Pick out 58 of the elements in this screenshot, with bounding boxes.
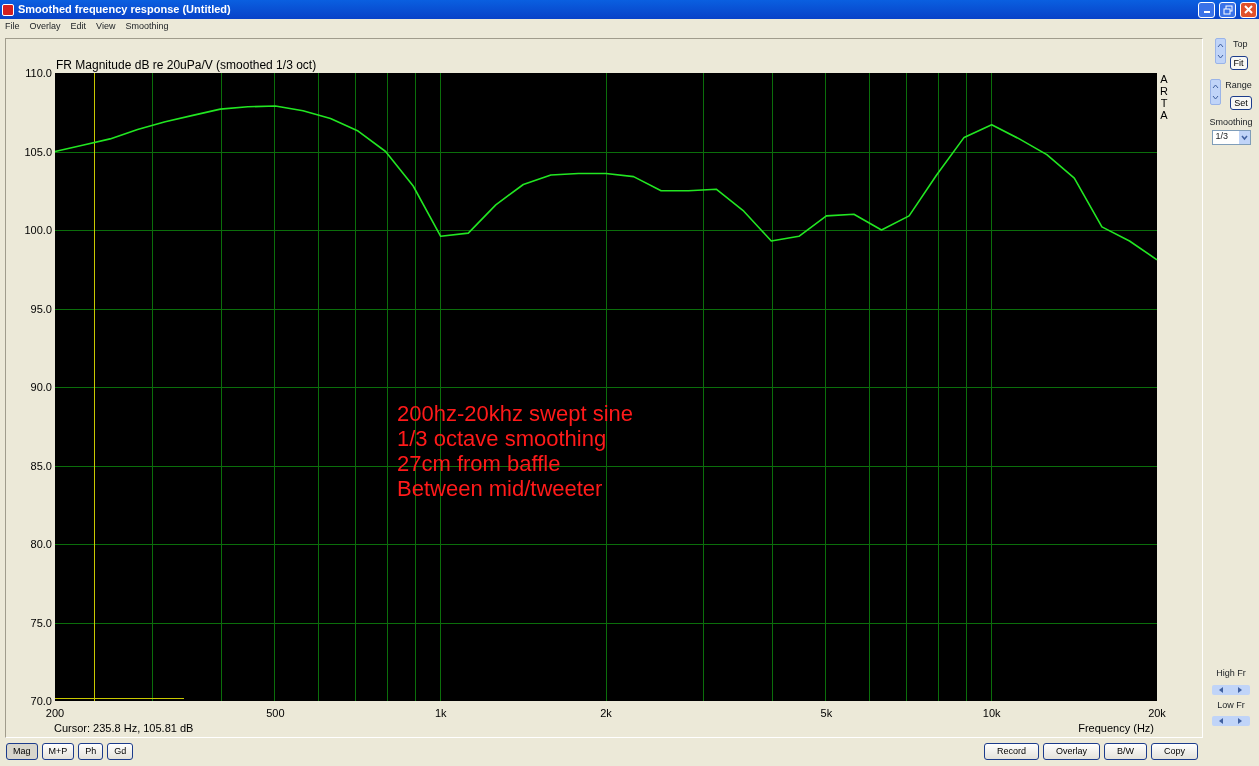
annotation-text: 1/3 octave smoothing [397,426,607,451]
y-tick-label: 85.0 [30,459,52,472]
spin-control[interactable] [1214,38,1226,64]
view-button[interactable]: Ph [78,742,104,760]
action-button[interactable]: Overlay [1042,742,1100,760]
y-tick-label: 100.0 [24,224,52,236]
control-label: Range [1225,78,1252,92]
action-button[interactable]: Record [983,742,1039,760]
window-title: Smoothed frequency response (Untitled) [18,2,231,18]
menu-item[interactable]: File [0,20,25,34]
y-tick-label: 80.0 [30,538,52,550]
minimize-button[interactable] [1198,1,1215,18]
menu-item[interactable]: View [91,20,121,34]
x-tick-label: 5k [820,707,833,719]
arrow-buttons[interactable] [1212,684,1250,695]
menu-item[interactable]: Edit [65,20,92,34]
view-button[interactable]: Gd [107,742,134,760]
control-label: Top [1233,38,1248,51]
spin-control[interactable] [1210,78,1222,105]
x-tick-label: 1k [434,707,447,719]
chart-title: FR Magnitude dB re 20uPa/V (smoothed 1/3 oct) [56,58,317,72]
control-button[interactable]: Fit [1229,55,1248,70]
annotation-text: 27cm from baffle [397,451,561,476]
side-mark-text: ARTA [1160,73,1168,121]
y-tick-label: 75.0 [30,616,52,629]
smoothing-label: Smoothing [1209,116,1253,129]
y-tick-label: 110.0 [25,67,52,79]
restore-button[interactable] [1219,1,1236,18]
x-axis-label: Frequency (Hz) [1078,722,1154,734]
y-tick-label: 70.0 [30,695,52,707]
low-fr-label: Low Fr [1217,698,1245,712]
y-tick-label: 105.0 [24,145,52,158]
arrow-buttons[interactable] [1212,716,1250,726]
annotation-text: 200hz-20khz swept sine [397,401,634,426]
menu-item[interactable]: Overlay [24,20,66,34]
control-button[interactable]: Set [1230,96,1252,110]
x-tick-label: 500 [266,707,285,719]
x-tick-label: 10k [982,707,1001,719]
caret-icon [1238,130,1250,144]
x-tick-label: 20k [1148,707,1166,719]
x-tick-label: 2k [600,707,612,719]
y-tick-label: 95.0 [30,302,52,315]
annotation-text: Between mid/tweeter [397,476,603,501]
close-button[interactable] [1240,1,1257,18]
smoothing-dropdown[interactable]: 1/3 [1211,129,1251,145]
up-down-arrows-icon [1216,41,1224,61]
y-tick-label: 90.0 [30,381,52,393]
close-icon [1244,5,1253,14]
high-fr-label: High Fr [1216,667,1246,680]
action-button[interactable]: Copy [1151,742,1198,760]
restore-icon [1222,4,1233,15]
app-icon [2,3,14,16]
cursor-readout: Cursor: 235.8 Hz, 105.81 dB [54,722,194,734]
action-button[interactable]: B/W [1104,742,1147,760]
x-tick-label: 200 [45,707,65,719]
menu-item[interactable]: Smoothing [120,20,174,34]
view-button[interactable]: M+P [41,742,75,760]
view-button[interactable]: Mag [6,742,38,760]
